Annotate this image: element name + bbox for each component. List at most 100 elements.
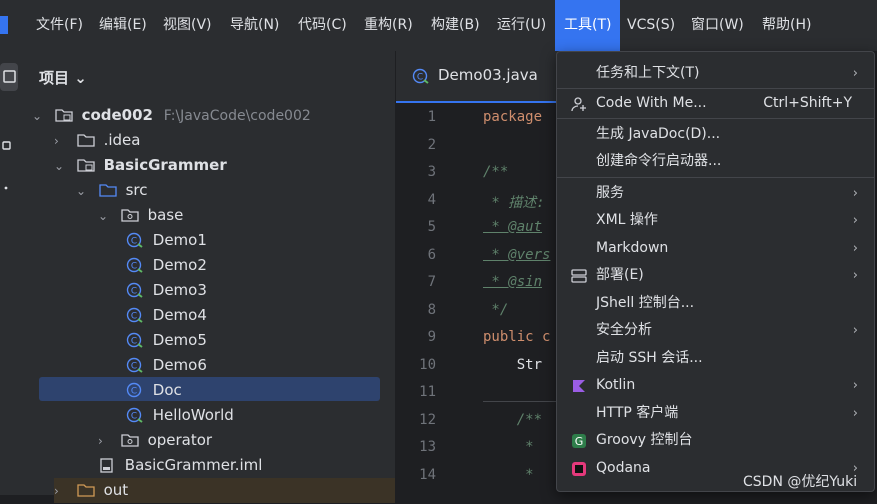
menu-item-services[interactable]: 服务 › xyxy=(557,180,874,207)
chevron-right-icon[interactable]: › xyxy=(98,429,116,454)
tree-item-demo6[interactable]: C Demo6 xyxy=(126,353,207,378)
menu-item-xml-actions[interactable]: XML 操作 › xyxy=(557,207,874,234)
project-header[interactable]: 项目 ⌄ xyxy=(39,67,87,88)
menu-item-generate-javadoc[interactable]: 生成 JavaDoc(D)... xyxy=(557,121,874,148)
chevron-right-icon: › xyxy=(852,406,858,421)
project-tool-button[interactable] xyxy=(0,63,18,91)
tree-item-label: base xyxy=(147,206,184,224)
tree-item-label: operator xyxy=(147,431,213,449)
tree-item-basicgrammer[interactable]: ⌄ BasicGrammer xyxy=(54,153,227,178)
tree-item-helloworld[interactable]: C HelloWorld xyxy=(126,403,234,428)
svg-text:G: G xyxy=(575,435,584,448)
menu-item-security-analysis[interactable]: 安全分析 › xyxy=(557,317,874,344)
menu-item-code-with-me[interactable]: Code With Me... Ctrl+Shift+Y xyxy=(557,90,874,117)
watermark: CSDN @优纪Yuki xyxy=(743,474,858,490)
menu-run[interactable]: 运行(U) xyxy=(497,0,546,51)
chevron-down-icon[interactable]: ⌄ xyxy=(76,179,94,204)
code-line: Str xyxy=(483,357,543,373)
tree-item-demo3[interactable]: C Demo3 xyxy=(126,278,207,303)
tree-item-label: Demo4 xyxy=(152,306,207,324)
tree-item-label: out xyxy=(103,481,129,499)
tree-item-label: Demo5 xyxy=(152,331,207,349)
code-line: * @sin xyxy=(483,274,543,290)
line-number: 12 xyxy=(419,412,436,428)
tree-item-iml[interactable]: BasicGrammer.iml xyxy=(98,453,262,478)
menu-refactor[interactable]: 重构(R) xyxy=(364,0,413,51)
menu-item-tasks-context[interactable]: 任务和上下文(T) › xyxy=(557,60,874,87)
svg-text:C: C xyxy=(131,362,137,372)
code-line: public c xyxy=(483,329,551,345)
code-line: */ xyxy=(483,302,509,318)
menu-item-markdown[interactable]: Markdown › xyxy=(557,235,874,262)
chevron-down-icon[interactable]: ⌄ xyxy=(54,154,72,179)
chevron-right-icon: › xyxy=(852,268,858,283)
menu-item-label: 生成 JavaDoc(D)... xyxy=(596,126,721,142)
tree-item-demo2[interactable]: C Demo2 xyxy=(126,253,207,278)
line-number: 11 xyxy=(419,384,436,400)
svg-text:C: C xyxy=(131,262,137,272)
code-line: * xyxy=(483,439,543,455)
source-folder-icon xyxy=(99,184,117,197)
code-line: * @aut xyxy=(483,219,543,235)
line-number: 9 xyxy=(427,329,436,345)
tree-item-src[interactable]: ⌄ src xyxy=(76,178,147,203)
iml-file-icon xyxy=(100,458,113,473)
tree-item-demo4[interactable]: C Demo4 xyxy=(126,303,207,328)
svg-text:C: C xyxy=(131,237,137,247)
menu-navigate[interactable]: 导航(N) xyxy=(230,0,279,51)
menu-item-create-launcher[interactable]: 创建命令行启动器... xyxy=(557,148,874,175)
menu-item-label: Code With Me... xyxy=(596,95,707,111)
tree-item-demo5[interactable]: C Demo5 xyxy=(126,328,207,353)
chevron-right-icon[interactable]: › xyxy=(54,479,72,504)
svg-text:C: C xyxy=(131,312,137,322)
menu-item-kotlin[interactable]: Kotlin › xyxy=(557,372,874,399)
chevron-down-icon[interactable]: ⌄ xyxy=(32,104,50,129)
editor-tab[interactable]: C Demo03.java xyxy=(396,51,558,103)
tool-window-strip xyxy=(0,51,25,495)
folder-icon xyxy=(77,134,95,147)
tree-item-label: Demo2 xyxy=(152,256,207,274)
menu-item-ssh-session[interactable]: 启动 SSH 会话... xyxy=(557,345,874,372)
code-line: * 描述: xyxy=(483,195,545,211)
menu-separator xyxy=(557,88,874,89)
menu-item-deployment[interactable]: 部署(E) › xyxy=(557,262,874,289)
menu-edit[interactable]: 编辑(E) xyxy=(99,0,147,51)
java-class-icon: C xyxy=(126,307,143,323)
module-folder-icon xyxy=(77,159,95,172)
menu-help[interactable]: 帮助(H) xyxy=(762,0,811,51)
menu-view[interactable]: 视图(V) xyxy=(163,0,212,51)
line-number: 7 xyxy=(427,274,436,290)
tree-item-label: code002 xyxy=(81,106,153,124)
menu-item-jshell[interactable]: JShell 控制台... xyxy=(557,290,874,317)
menu-item-label: 部署(E) xyxy=(596,267,644,283)
more-icon[interactable] xyxy=(0,181,18,195)
chevron-right-icon: › xyxy=(852,378,858,393)
menu-tools[interactable]: 工具(T) xyxy=(555,0,621,51)
project-panel: 项目 ⌄ ⌄ code002 F:\JavaCode\code002 › .id… xyxy=(24,51,395,503)
menu-code[interactable]: 代码(C) xyxy=(298,0,347,51)
java-class-icon: C xyxy=(126,357,143,373)
menu-item-groovy-console[interactable]: G Groovy 控制台 xyxy=(557,427,874,454)
menu-vcs[interactable]: VCS(S) xyxy=(627,0,675,51)
chevron-down-icon[interactable]: ⌄ xyxy=(98,204,116,229)
chevron-right-icon[interactable]: › xyxy=(54,129,72,154)
commit-icon[interactable] xyxy=(0,139,18,153)
menu-window[interactable]: 窗口(W) xyxy=(691,0,744,51)
tree-item-demo1[interactable]: C Demo1 xyxy=(126,228,207,253)
tree-item-base[interactable]: ⌄ base xyxy=(98,203,183,228)
menu-build[interactable]: 构建(B) xyxy=(431,0,480,51)
menu-item-http-client[interactable]: HTTP 客户端 › xyxy=(557,400,874,427)
menu-item-label: Kotlin xyxy=(596,377,636,393)
menu-file[interactable]: 文件(F) xyxy=(36,0,83,51)
tree-item-label: BasicGrammer xyxy=(103,156,227,174)
tree-item-label: Demo6 xyxy=(152,356,207,374)
tree-item-code002[interactable]: ⌄ code002 F:\JavaCode\code002 xyxy=(32,103,311,128)
line-number: 2 xyxy=(427,137,436,153)
menu-item-label: Groovy 控制台 xyxy=(596,432,693,448)
tree-item-operator[interactable]: › operator xyxy=(98,428,212,453)
tree-item-out[interactable]: › out xyxy=(54,478,395,503)
menu-item-label: 创建命令行启动器... xyxy=(596,153,722,169)
tree-item-doc[interactable]: C Doc xyxy=(126,378,182,403)
tree-item-idea[interactable]: › .idea xyxy=(54,128,140,153)
tree-selection-highlight xyxy=(39,377,380,401)
